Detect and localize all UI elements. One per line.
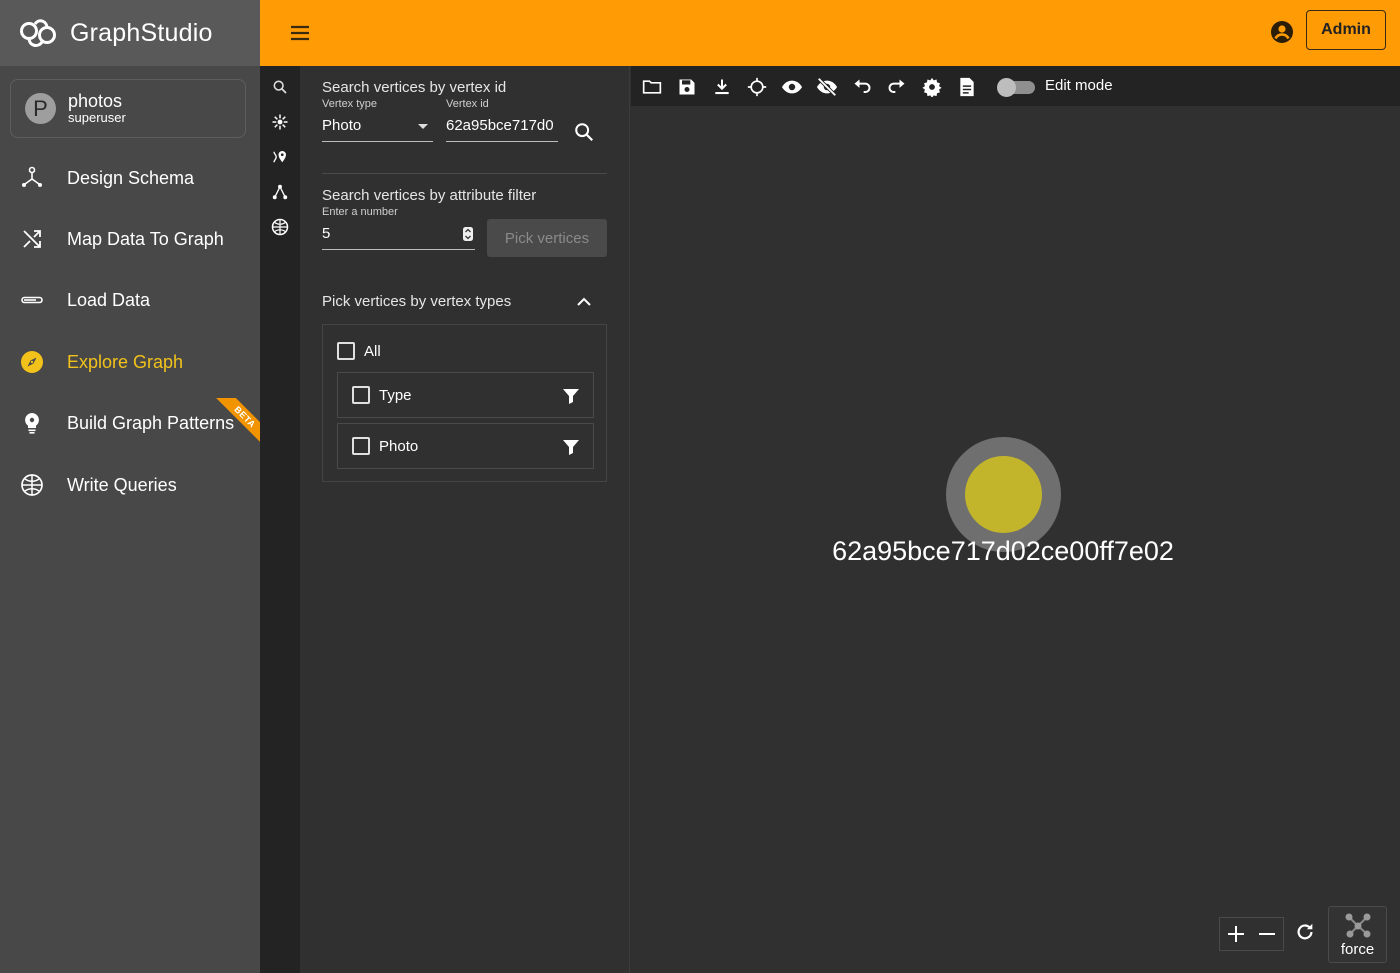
zoom-out-button[interactable]	[1252, 918, 1284, 950]
lightbulb-icon	[20, 411, 44, 435]
vertex-node[interactable]	[965, 456, 1042, 533]
graph-avatar: P	[25, 93, 56, 124]
number-spinner-icon[interactable]	[462, 226, 474, 242]
number-input-value: 5	[322, 225, 331, 242]
vertex-node-label: 62a95bce717d02ce00ff7e02	[832, 536, 1174, 566]
plus-icon	[1227, 926, 1244, 942]
dropdown-arrow-icon	[418, 124, 428, 129]
graph-role: superuser	[68, 110, 126, 126]
nav-label: Build Graph Patterns	[67, 412, 235, 433]
nav-label: Explore Graph	[67, 351, 184, 372]
filter-icon[interactable]	[561, 386, 581, 406]
checkbox-label: Type	[379, 386, 412, 404]
hide-icon[interactable]	[816, 76, 838, 98]
save-icon[interactable]	[676, 76, 698, 98]
edit-mode-toggle[interactable]	[997, 78, 1037, 97]
show-icon[interactable]	[781, 76, 803, 98]
pick-by-type-title: Pick vertices by vertex types	[322, 293, 512, 310]
nav-label: Write Queries	[67, 474, 177, 495]
number-input[interactable]: 5	[322, 222, 475, 250]
logo-text: GraphStudio	[70, 18, 213, 47]
filter-icon[interactable]	[561, 437, 581, 457]
download-icon[interactable]	[711, 76, 733, 98]
graph-algorithm-icon[interactable]	[270, 182, 290, 202]
search-by-id-title: Search vertices by vertex id	[322, 79, 507, 96]
menu-icon[interactable]	[288, 21, 312, 45]
checkbox[interactable]	[352, 437, 370, 455]
nav-load-data[interactable]: Load Data	[0, 275, 260, 325]
nav-build-graph-patterns[interactable]: Build Graph Patterns	[0, 398, 260, 448]
search-icon	[575, 123, 594, 142]
force-layout-icon	[1345, 913, 1371, 938]
refresh-icon[interactable]	[1294, 921, 1318, 945]
search-panel: Search vertices by vertex id Vertex type…	[300, 66, 630, 973]
nav-map-data-to-graph[interactable]: Map Data To Graph	[0, 214, 260, 264]
zoom-controls	[1219, 917, 1284, 951]
admin-button[interactable]: Admin	[1306, 10, 1386, 50]
graph-toolbar: Edit mode	[631, 66, 1400, 106]
locate-crosshair-icon[interactable]	[746, 76, 768, 98]
select-all-checkbox[interactable]: All	[337, 342, 381, 360]
search-by-attribute-title: Search vertices by attribute filter	[322, 187, 537, 204]
number-input-label: Enter a number	[322, 206, 398, 218]
zoom-in-button[interactable]	[1220, 918, 1252, 950]
open-folder-icon[interactable]	[641, 76, 663, 98]
vertex-type-checkbox-type[interactable]: Type	[352, 386, 412, 404]
vertex-type-checkbox-photo[interactable]: Photo	[352, 437, 418, 455]
nav-label: Design Schema	[67, 167, 195, 188]
expand-icon[interactable]	[270, 112, 290, 132]
vertex-id-value: 62a95bce717d0	[446, 117, 554, 134]
query-globe-icon[interactable]	[270, 217, 290, 237]
load-data-icon	[20, 288, 44, 312]
nav-label: Map Data To Graph	[67, 228, 224, 249]
chevron-up-icon	[577, 297, 591, 306]
nav-explore-graph[interactable]: Explore Graph	[0, 337, 260, 387]
settings-gear-icon[interactable]	[921, 76, 943, 98]
vertex-type-label: Vertex type	[322, 98, 378, 110]
nav-design-schema[interactable]: Design Schema	[0, 153, 260, 203]
vertex-id-input[interactable]: 62a95bce717d0	[446, 114, 558, 142]
document-icon[interactable]	[956, 76, 978, 98]
checkbox-label: Photo	[379, 437, 419, 455]
vertex-type-card-type: Type	[337, 372, 594, 418]
graphstudio-logo-icon	[20, 19, 56, 47]
checkbox-label: All	[364, 342, 381, 360]
account-circle-icon[interactable]	[1270, 20, 1294, 44]
vertex-type-value: Photo	[322, 117, 362, 134]
nav-write-queries[interactable]: Write Queries	[0, 460, 260, 510]
search-icon[interactable]	[270, 77, 290, 97]
vertex-id-label: Vertex id	[446, 98, 489, 110]
nav-label: Load Data	[67, 289, 151, 310]
vertex-type-select[interactable]: Photo	[322, 114, 433, 142]
logo-bar: GraphStudio	[0, 0, 260, 66]
edit-mode-label: Edit mode	[1045, 77, 1113, 94]
globe-query-icon	[20, 473, 44, 497]
undo-icon[interactable]	[851, 76, 873, 98]
graph-name: photos	[68, 91, 123, 112]
minus-icon	[1259, 933, 1276, 935]
search-vertex-button[interactable]	[573, 121, 597, 145]
collapse-section-button[interactable]	[576, 295, 596, 311]
top-header: Admin	[260, 0, 1400, 66]
layout-label: force	[1340, 941, 1375, 958]
graph-selector[interactable]: P photos superuser	[10, 79, 246, 138]
shuffle-icon	[20, 227, 44, 251]
redo-icon[interactable]	[886, 76, 908, 98]
explore-tool-strip	[260, 66, 300, 973]
checkbox[interactable]	[337, 342, 355, 360]
section-divider	[322, 173, 607, 174]
vertex-types-box: All Type Photo	[322, 324, 607, 482]
schema-icon	[20, 166, 44, 190]
checkbox[interactable]	[352, 386, 370, 404]
sidebar: GraphStudio P photos superuser Design Sc…	[0, 0, 266, 973]
compass-icon	[20, 350, 44, 374]
layout-force-button[interactable]: force	[1328, 906, 1387, 963]
graph-canvas[interactable]: 62a95bce717d02ce00ff7e02 force	[631, 106, 1400, 973]
path-finding-icon[interactable]	[270, 147, 290, 167]
pick-vertices-button[interactable]: Pick vertices	[487, 219, 607, 257]
vertex-type-card-photo: Photo	[337, 423, 594, 469]
